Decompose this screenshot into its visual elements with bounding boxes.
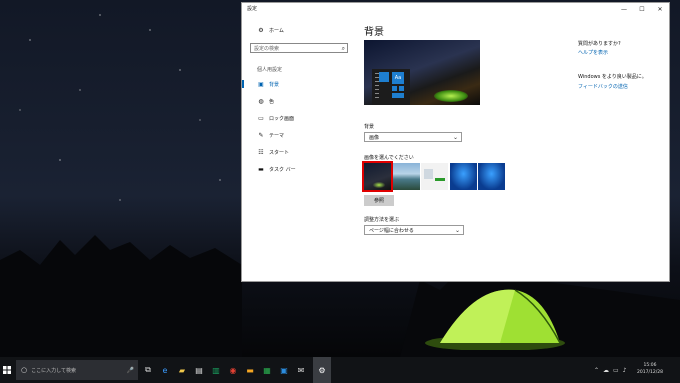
background-type-value: 画像 xyxy=(369,134,380,141)
taskbar-icon: ▬ xyxy=(258,165,264,173)
background-type-dropdown[interactable]: 画像 ⌄ xyxy=(364,132,462,142)
page-title: 背景 xyxy=(364,27,384,38)
sidebar-item-background[interactable]: ▣ 背景 xyxy=(241,79,280,89)
sidebar-item-label: タスク バー xyxy=(269,166,296,173)
start-icon: ☷ xyxy=(258,148,264,156)
preview-tent-glow xyxy=(434,90,468,102)
settings-search-input[interactable]: 設定の検索 ⌕ xyxy=(250,43,348,53)
preview-tile-wide xyxy=(392,93,404,98)
mail-icon[interactable]: ✉ xyxy=(293,357,309,383)
notification-icon[interactable] xyxy=(670,357,680,383)
feedback-heading: Windows をより良い製品に。 xyxy=(578,74,647,80)
network-icon[interactable]: ▭ xyxy=(613,367,619,374)
preview-tile: Aa xyxy=(392,72,404,84)
choose-image-label: 画像を選んでください xyxy=(364,155,414,161)
chevron-up-icon[interactable]: ⌃ xyxy=(594,367,599,374)
image-thumbnail-selected[interactable] xyxy=(362,161,393,192)
glowing-tent xyxy=(425,289,565,350)
taskbar-search-placeholder: ここに入力して検索 xyxy=(31,367,76,374)
preview-tile-small xyxy=(392,86,397,91)
system-tray: ⌃ ☁ ▭ ♪ xyxy=(594,357,627,383)
home-label: ホーム xyxy=(269,27,284,34)
store-bag-icon[interactable]: ▥ xyxy=(208,357,224,383)
brush-icon: ✎ xyxy=(258,131,264,139)
microphone-icon: 🎤 xyxy=(126,366,134,374)
chevron-down-icon: ⌄ xyxy=(454,227,460,234)
fit-label: 調整方法を選ぶ xyxy=(364,217,400,223)
settings-taskbar-icon[interactable]: ⚙ xyxy=(313,357,331,383)
task-view-icon[interactable]: ⧉ xyxy=(140,357,156,383)
sidebar-item-label: 色 xyxy=(269,98,275,105)
image-thumbnail[interactable] xyxy=(421,163,448,190)
search-icon: ⌕ xyxy=(341,45,345,52)
fit-dropdown[interactable]: ページ幅に合わせる ⌄ xyxy=(364,225,464,235)
search-placeholder: 設定の検索 xyxy=(254,45,280,52)
start-button[interactable] xyxy=(0,357,14,383)
edge-browser-icon[interactable]: e xyxy=(157,357,173,383)
sidebar-item-color[interactable]: ◍ 色 xyxy=(257,96,274,106)
store-icon[interactable]: ▤ xyxy=(191,357,207,383)
taskbar-search-box[interactable]: ○ ここに入力して検索 🎤 xyxy=(16,360,138,380)
preview-tile-small xyxy=(399,86,404,91)
image-thumbnail[interactable] xyxy=(450,163,477,190)
section-heading: 個人用設定 xyxy=(257,67,283,73)
help-question: 質問がありますか? xyxy=(578,41,621,47)
volume-icon[interactable]: ♪ xyxy=(623,367,627,374)
maximize-button[interactable]: ☐ xyxy=(633,3,651,16)
folder-icon[interactable]: ▬ xyxy=(242,357,258,383)
browse-button[interactable]: 参照 xyxy=(364,195,394,206)
gear-icon: ⚙ xyxy=(258,26,264,34)
help-link[interactable]: ヘルプを表示 xyxy=(578,49,608,56)
greenshot-icon[interactable]: ▦ xyxy=(259,357,275,383)
preview-start-menu xyxy=(372,69,410,105)
taskbar: ○ ここに入力して検索 🎤 ⧉ e ▰ ▤ ▥ ◉ ▬ ▦ ▣ ✉ ℯ ⚙ ⌃ … xyxy=(0,357,680,383)
image-thumbnail[interactable] xyxy=(393,163,420,190)
sidebar-item-label: スタート xyxy=(269,149,290,156)
cloud-icon[interactable]: ☁ xyxy=(603,367,609,374)
file-explorer-icon[interactable]: ▰ xyxy=(174,357,190,383)
lock-screen-icon: ▭ xyxy=(258,114,264,122)
sidebar-item-label: ロック画面 xyxy=(269,115,295,122)
settings-window: 設定 — ☐ ✕ ⚙ ホーム 設定の検索 ⌕ 個人用設定 ▣ 背景 ◍ 色 ▭ … xyxy=(241,3,669,281)
palette-icon: ◍ xyxy=(258,97,264,105)
window-title: 設定 xyxy=(247,6,258,12)
preview-tile xyxy=(379,72,389,82)
background-preview: Aa xyxy=(364,40,480,105)
sidebar-item-lock-screen[interactable]: ▭ ロック画面 xyxy=(257,113,294,123)
image-thumbnail[interactable] xyxy=(478,163,505,190)
fit-value: ページ幅に合わせる xyxy=(369,227,414,234)
sidebar-item-label: 背景 xyxy=(269,81,280,88)
sidebar-item-label: テーマ xyxy=(269,132,285,139)
sidebar-item-start[interactable]: ☷ スタート xyxy=(257,147,289,157)
clock-time: 15:06 xyxy=(643,363,657,368)
background-type-label: 背景 xyxy=(364,124,375,130)
cortana-icon: ○ xyxy=(21,366,28,374)
minimize-button[interactable]: — xyxy=(615,3,633,16)
chevron-down-icon: ⌄ xyxy=(452,134,458,141)
feedback-link[interactable]: フィードバックの送信 xyxy=(578,83,628,90)
title-bar: 設定 — ☐ ✕ xyxy=(242,3,669,16)
clock-date: 2017/12/28 xyxy=(637,370,663,375)
chrome-icon[interactable]: ◉ xyxy=(225,357,241,383)
app-icon[interactable]: ▣ xyxy=(276,357,292,383)
picture-icon: ▣ xyxy=(258,80,264,88)
windows-logo-icon xyxy=(3,366,11,374)
settings-sidebar: ⚙ ホーム 設定の検索 ⌕ 個人用設定 ▣ 背景 ◍ 色 ▭ ロック画面 ✎ テ… xyxy=(241,16,360,281)
sidebar-item-themes[interactable]: ✎ テーマ xyxy=(257,130,284,140)
close-button[interactable]: ✕ xyxy=(651,3,669,16)
taskbar-clock[interactable]: 15:06 2017/12/28 xyxy=(632,362,668,376)
sidebar-item-taskbar[interactable]: ▬ タスク バー xyxy=(257,164,296,174)
home-link[interactable]: ⚙ ホーム xyxy=(257,25,284,35)
